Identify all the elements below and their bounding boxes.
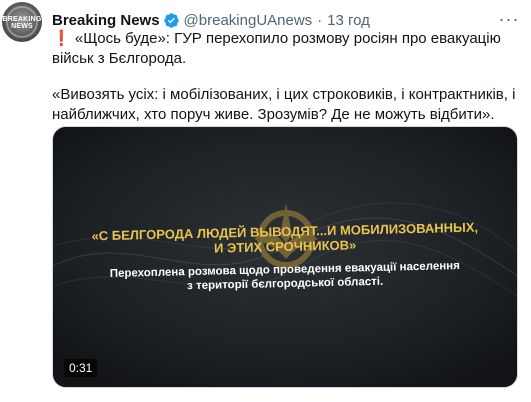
separator-dot: ·: [317, 11, 323, 29]
tweet-paragraph-2: «Вивозять усіх: і мобілізованих, і цих с…: [52, 86, 516, 123]
avatar-logo-text: BREAKING NEWS: [2, 16, 42, 30]
exclamation-emoji: ❗: [52, 30, 71, 47]
video-duration-badge: 0:31: [64, 359, 98, 377]
tweet-paragraph-1-text: «Щось буде»: ГУР перехопило розмову росі…: [52, 30, 501, 67]
timestamp[interactable]: 13 год: [327, 12, 370, 29]
tweet-card[interactable]: BREAKING NEWS Breaking News @breakingUAn…: [0, 0, 531, 402]
tweet-paragraph-1: ❗ «Щось буде»: ГУР перехопило розмову ро…: [52, 29, 519, 69]
avatar[interactable]: BREAKING NEWS: [2, 2, 42, 42]
handle[interactable]: @breakingUAnews: [184, 12, 313, 29]
video-player[interactable]: «С белгорода людей выводят...и мобилизов…: [52, 126, 518, 388]
more-dots-icon[interactable]: ···: [497, 8, 521, 30]
display-name[interactable]: Breaking News: [52, 12, 160, 29]
verified-badge-icon: [163, 12, 179, 28]
tweet-header: Breaking News @breakingUAnews · 13 год: [52, 9, 491, 31]
